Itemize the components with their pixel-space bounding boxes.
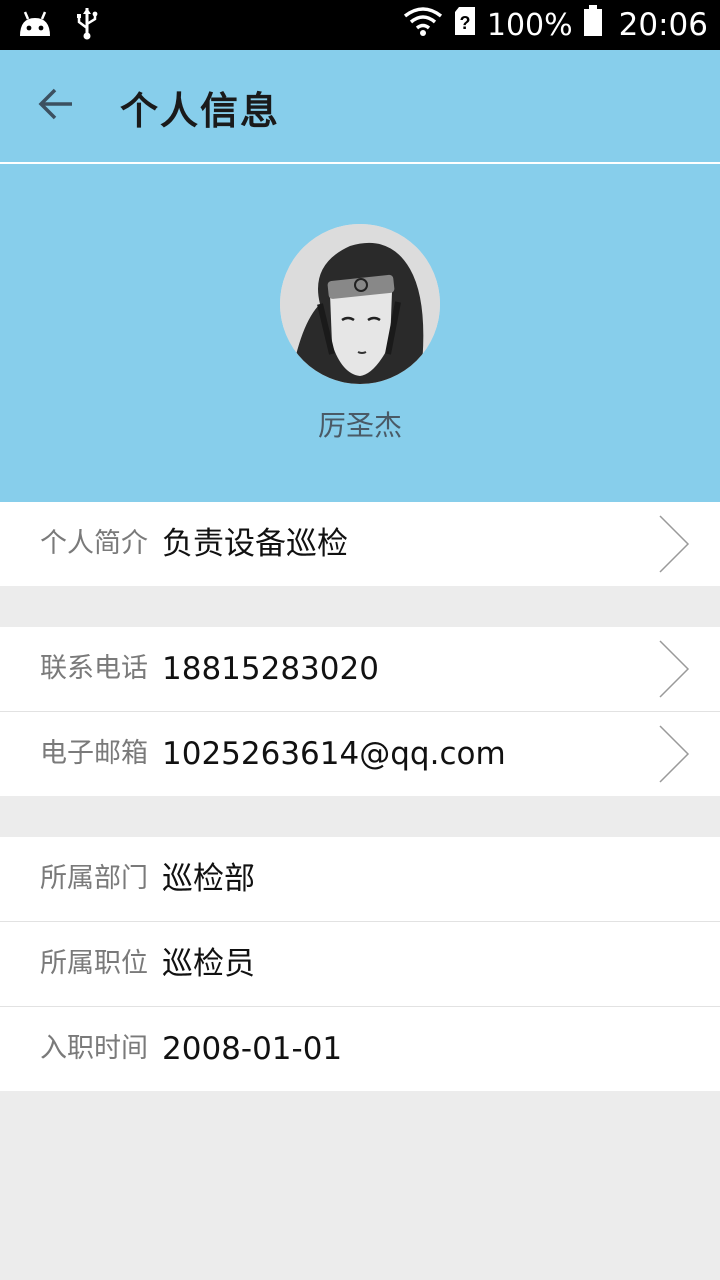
row-department: 所属部门 巡检部 [0,837,720,922]
row-value: 2008-01-01 [162,1031,343,1067]
profile-name: 厉圣杰 [317,409,402,442]
row-label: 所属部门 [40,863,148,894]
chevron-right-icon [658,514,692,574]
battery-icon [583,5,603,45]
arrow-left-icon [38,88,74,124]
row-position: 所属职位 巡检员 [0,922,720,1007]
row-label: 联系电话 [40,653,148,684]
avatar[interactable] [280,224,440,384]
row-label: 电子邮箱 [40,738,148,769]
android-icon [16,8,54,42]
row-phone[interactable]: 联系电话 18815283020 [0,627,720,712]
row-hire-date: 入职时间 2008-01-01 [0,1007,720,1091]
row-value: 巡检部 [162,861,255,897]
row-value: 负责设备巡检 [162,526,348,562]
status-left-icons [16,8,98,42]
battery-percent: 100% [486,7,573,43]
section-job: 所属部门 巡检部 所属职位 巡检员 入职时间 2008-01-01 [0,837,720,1091]
back-button[interactable] [28,78,84,134]
app-bar: 个人信息 [0,50,720,164]
row-label: 所属职位 [40,948,148,979]
profile-header: 厉圣杰 [0,164,720,502]
row-value: 18815283020 [162,651,379,687]
row-value: 1025263614@qq.com [162,736,506,772]
status-right-icons: ? 100% 20:06 [403,0,708,50]
section-contact: 联系电话 18815283020 电子邮箱 1025263614@qq.com [0,627,720,796]
clock: 20:06 [618,7,708,43]
section-intro: 个人简介 负责设备巡检 [0,502,720,586]
sim-unknown-icon: ? [453,6,477,44]
row-personal-intro[interactable]: 个人简介 负责设备巡检 [0,502,720,586]
row-label: 个人简介 [40,528,148,559]
page-title: 个人信息 [120,89,281,133]
row-value: 巡检员 [162,946,255,982]
chevron-right-icon [658,724,692,784]
wifi-icon [403,6,443,44]
row-email[interactable]: 电子邮箱 1025263614@qq.com [0,712,720,796]
status-bar: ? 100% 20:06 [0,0,720,50]
usb-icon [76,6,98,44]
row-label: 入职时间 [40,1033,148,1064]
svg-text:?: ? [459,13,470,33]
chevron-right-icon [658,639,692,699]
